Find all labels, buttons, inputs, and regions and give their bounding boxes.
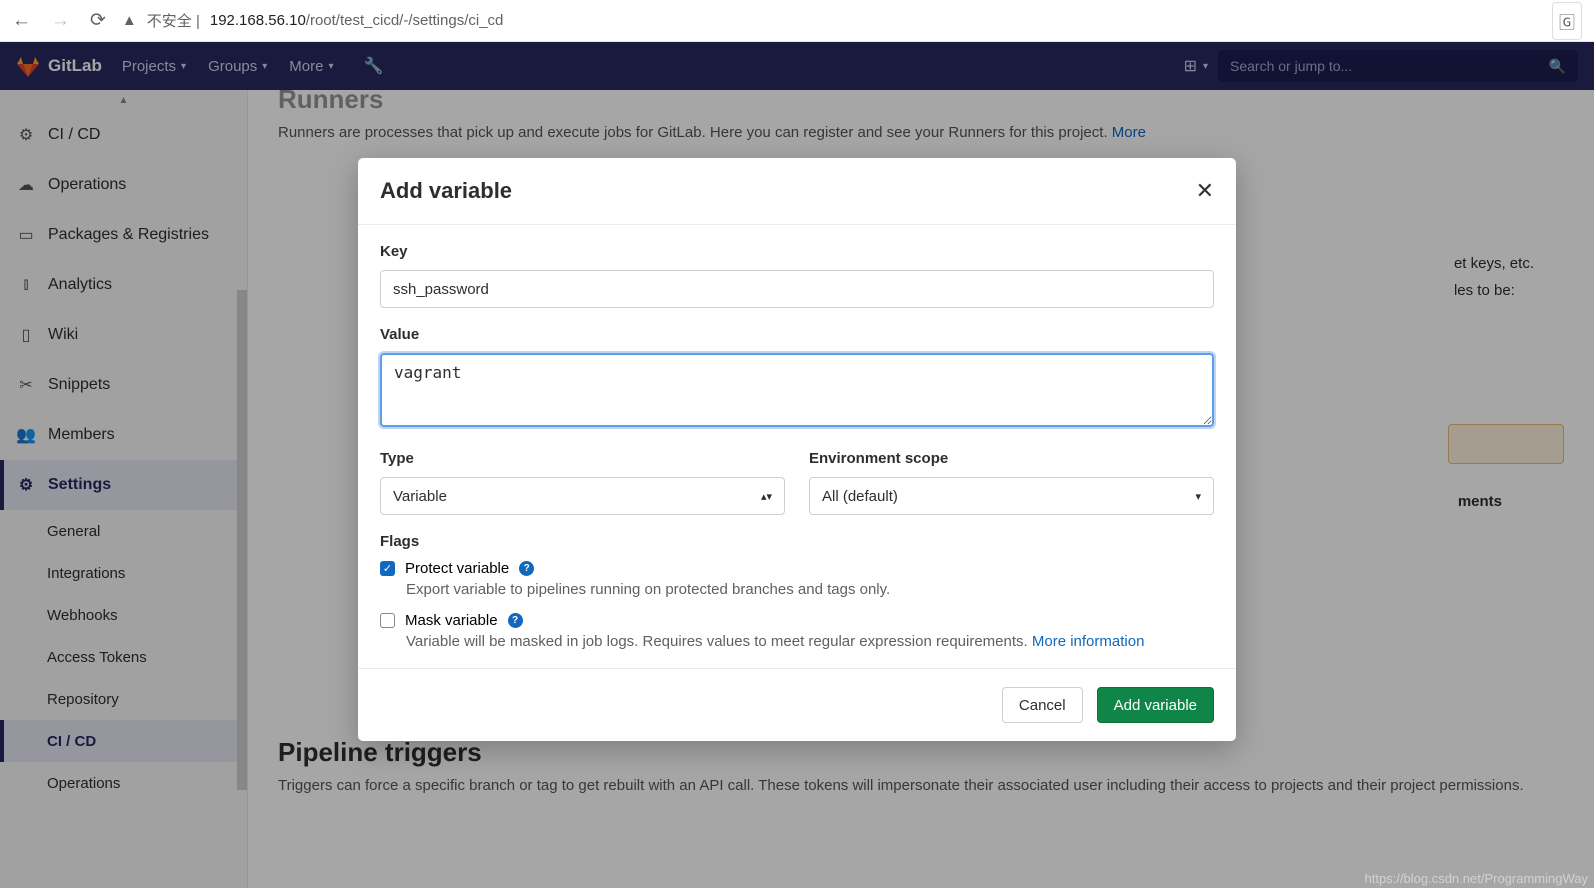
more-info-link[interactable]: More information xyxy=(1032,633,1145,650)
value-input[interactable]: vagrant xyxy=(380,353,1214,427)
add-variable-modal: Add variable ✕ Key Value vagrant Type Va… xyxy=(358,158,1236,741)
browser-chrome: ← → ⟳ ▲ 不安全 | 192.168.56.10/root/test_ci… xyxy=(0,0,1594,42)
protect-checkbox[interactable]: ✓ xyxy=(380,561,395,576)
insecure-label: 不安全 | xyxy=(147,10,200,31)
mask-description: Variable will be masked in job logs. Req… xyxy=(406,633,1214,650)
mask-checkbox[interactable] xyxy=(380,613,395,628)
value-label: Value xyxy=(380,326,1214,343)
key-input[interactable] xyxy=(380,270,1214,308)
close-icon[interactable]: ✕ xyxy=(1196,178,1214,204)
add-variable-button[interactable]: Add variable xyxy=(1097,687,1214,723)
chevron-down-icon: ▾ xyxy=(1195,490,1201,503)
chevron-updown-icon: ▴▾ xyxy=(761,490,772,503)
address-bar[interactable]: ▲ 不安全 | 192.168.56.10/root/test_cicd/-/s… xyxy=(122,10,1536,31)
address-url: 192.168.56.10/root/test_cicd/-/settings/… xyxy=(210,12,504,29)
help-icon[interactable]: ? xyxy=(508,613,523,628)
key-label: Key xyxy=(380,243,1214,260)
translate-icon[interactable]: 🄶 xyxy=(1552,2,1582,40)
cancel-button[interactable]: Cancel xyxy=(1002,687,1083,723)
protect-label: Protect variable xyxy=(405,560,509,577)
scope-label: Environment scope xyxy=(809,450,1214,467)
scope-select[interactable]: All (default) ▾ xyxy=(809,477,1214,515)
forward-icon[interactable]: → xyxy=(51,10,70,32)
mask-label: Mask variable xyxy=(405,612,498,629)
insecure-icon: ▲ xyxy=(122,12,137,29)
reload-icon[interactable]: ⟳ xyxy=(90,9,106,32)
type-select[interactable]: Variable ▴▾ xyxy=(380,477,785,515)
watermark: https://blog.csdn.net/ProgrammingWay xyxy=(1364,871,1588,886)
modal-title: Add variable xyxy=(380,178,512,204)
browser-nav: ← → ⟳ xyxy=(12,9,106,32)
back-icon[interactable]: ← xyxy=(12,10,31,32)
flags-label: Flags xyxy=(380,533,1214,550)
protect-description: Export variable to pipelines running on … xyxy=(406,581,1214,598)
type-label: Type xyxy=(380,450,785,467)
help-icon[interactable]: ? xyxy=(519,561,534,576)
